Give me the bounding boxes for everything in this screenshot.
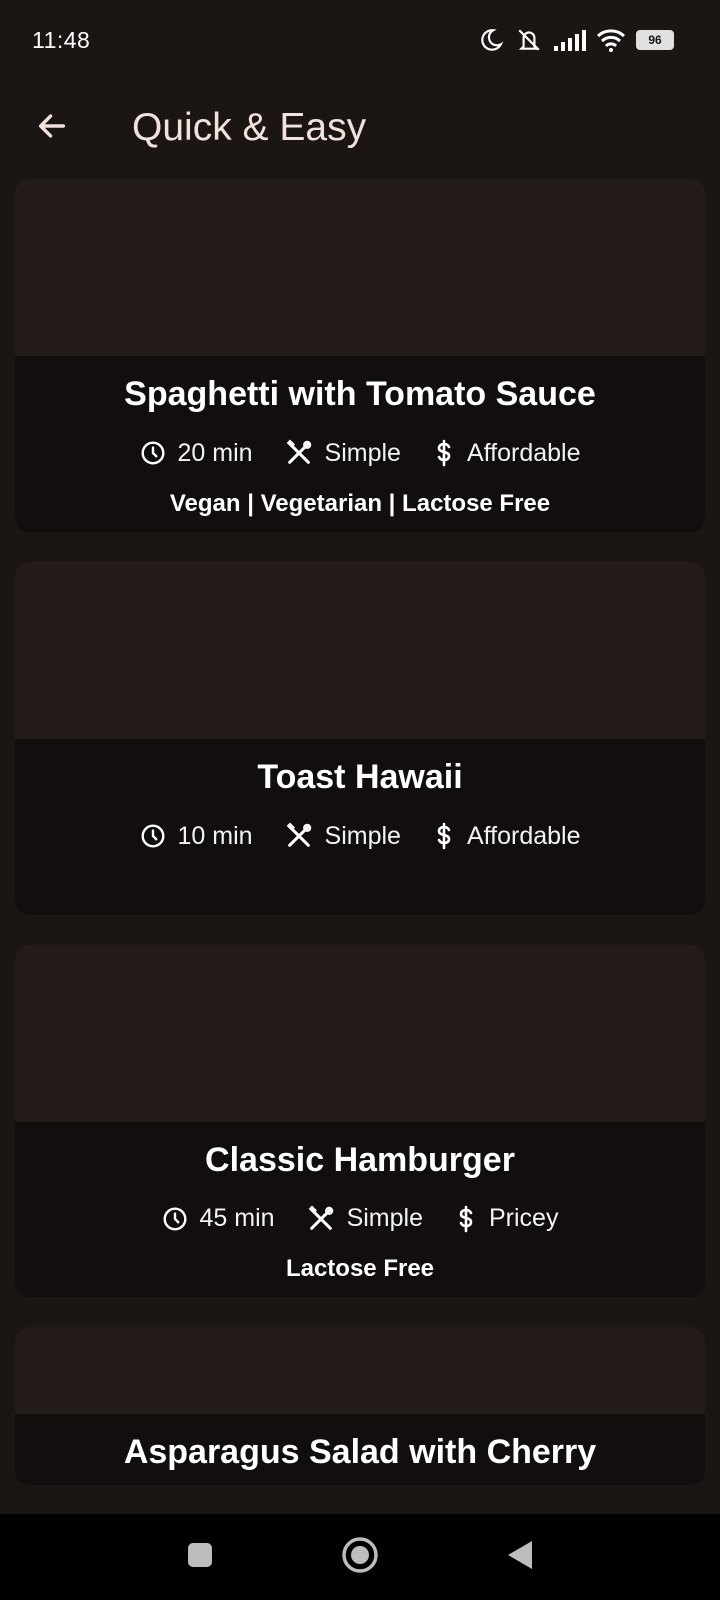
meal-image bbox=[15, 944, 705, 1122]
meal-image bbox=[15, 561, 705, 739]
home-button[interactable] bbox=[330, 1527, 390, 1587]
signal-icon bbox=[554, 29, 586, 51]
affordability-item: Affordable bbox=[433, 821, 581, 851]
duration-label: 45 min bbox=[199, 1204, 275, 1233]
system-nav-bar bbox=[0, 1514, 720, 1600]
mute-icon bbox=[514, 27, 544, 53]
tools-icon bbox=[285, 439, 313, 467]
recents-square-icon bbox=[186, 1541, 214, 1574]
duration-label: 20 min bbox=[177, 438, 253, 467]
meal-meta: 10 min Simple Affordable bbox=[25, 822, 695, 851]
affordability-label: Affordable bbox=[466, 821, 581, 850]
moon-icon bbox=[478, 27, 504, 53]
affordability-label: Pricey bbox=[489, 1204, 559, 1233]
status-time: 11:48 bbox=[32, 26, 91, 53]
status-bar: 11:48 96 bbox=[0, 0, 720, 80]
system-back-button[interactable] bbox=[490, 1527, 550, 1587]
home-circle-icon bbox=[341, 1536, 379, 1579]
duration-item: 10 min bbox=[140, 822, 253, 851]
back-button[interactable] bbox=[22, 98, 82, 158]
clock-icon bbox=[140, 823, 166, 849]
meal-card-body: Toast Hawaii 10 min Simple Affordable bbox=[15, 739, 705, 915]
page-title: Quick & Easy bbox=[132, 106, 367, 149]
duration-label: 10 min bbox=[177, 821, 253, 850]
meal-tags: Lactose Free bbox=[285, 1255, 435, 1283]
meal-card-body: Classic Hamburger 45 min Simple Pricey L… bbox=[15, 1122, 705, 1298]
meal-title: Toast Hawaii bbox=[257, 757, 463, 796]
back-triangle-icon bbox=[506, 1539, 534, 1576]
complexity-label: Simple bbox=[346, 1204, 423, 1233]
wifi-icon bbox=[596, 28, 626, 52]
recents-button[interactable] bbox=[170, 1527, 230, 1587]
meal-image bbox=[15, 1327, 705, 1415]
meal-card-body: Asparagus Salad with Cherry bbox=[15, 1414, 705, 1485]
meal-title: Classic Hamburger bbox=[205, 1140, 515, 1179]
meal-meta: 45 min Simple Pricey bbox=[25, 1204, 695, 1233]
meal-card[interactable]: Asparagus Salad with Cherry bbox=[15, 1327, 705, 1486]
clock-icon bbox=[140, 440, 166, 466]
meal-card[interactable]: Toast Hawaii 10 min Simple Affordable bbox=[15, 561, 705, 915]
clock-icon bbox=[162, 1206, 188, 1232]
tools-icon bbox=[307, 1205, 335, 1233]
arrow-back-icon bbox=[35, 109, 69, 148]
meal-card-body: Spaghetti with Tomato Sauce 20 min Simpl… bbox=[15, 356, 705, 532]
complexity-item: Simple bbox=[307, 1204, 423, 1233]
meal-title: Spaghetti with Tomato Sauce bbox=[124, 375, 596, 413]
complexity-label: Simple bbox=[324, 821, 401, 850]
meal-card[interactable]: Classic Hamburger 45 min Simple Pricey L… bbox=[15, 944, 705, 1298]
meal-list[interactable]: Spaghetti with Tomato Sauce 20 min Simpl… bbox=[15, 179, 705, 1512]
duration-item: 20 min bbox=[140, 439, 253, 468]
battery-icon: 96 bbox=[636, 30, 674, 50]
app-bar: Quick & Easy bbox=[0, 80, 720, 176]
complexity-item: Simple bbox=[285, 822, 401, 851]
duration-item: 45 min bbox=[162, 1204, 275, 1233]
meal-tags bbox=[25, 873, 695, 903]
dollar-icon bbox=[433, 439, 455, 467]
dollar-icon bbox=[433, 822, 455, 850]
complexity-label: Simple bbox=[324, 438, 401, 467]
complexity-item: Simple bbox=[285, 439, 401, 468]
affordability-item: Affordable bbox=[433, 438, 581, 468]
meal-image bbox=[15, 179, 705, 356]
status-icons: 96 bbox=[478, 27, 674, 53]
affordability-item: Pricey bbox=[455, 1204, 558, 1233]
affordability-label: Affordable bbox=[466, 438, 581, 467]
tools-icon bbox=[285, 822, 313, 850]
dollar-icon bbox=[455, 1205, 477, 1233]
meal-tags: Vegan | Vegetarian | Lactose Free bbox=[169, 489, 551, 517]
meal-title: Asparagus Salad with Cherry bbox=[123, 1433, 597, 1472]
meal-meta: 20 min Simple Affordable bbox=[25, 439, 695, 468]
meal-card[interactable]: Spaghetti with Tomato Sauce 20 min Simpl… bbox=[15, 179, 705, 532]
